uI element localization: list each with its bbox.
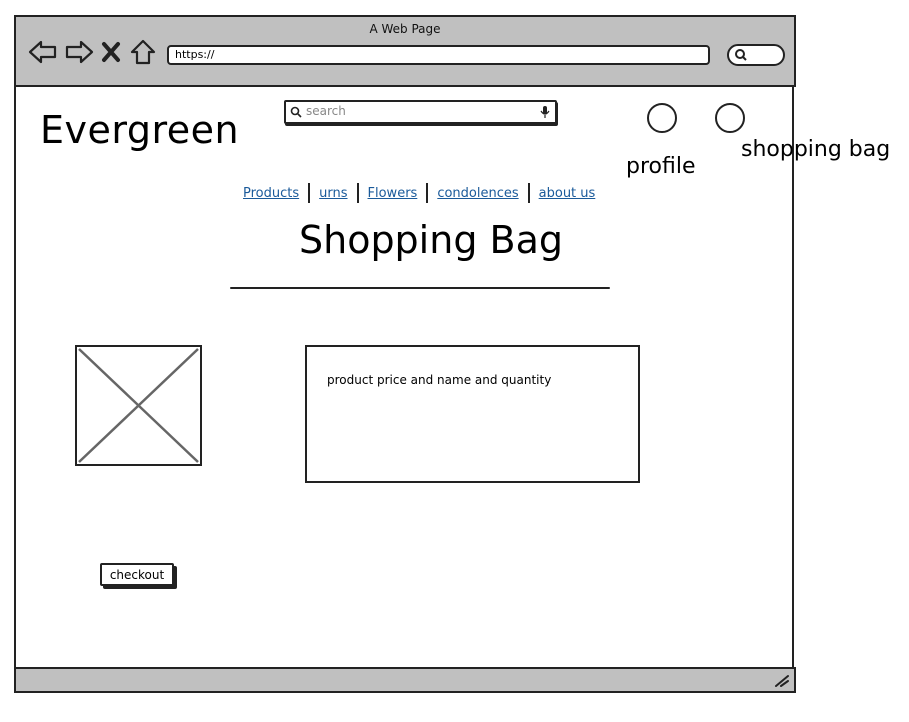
product-details-box: product price and name and quantity xyxy=(305,345,640,483)
microphone-icon[interactable] xyxy=(540,105,550,119)
search-placeholder: search xyxy=(306,104,346,118)
main-nav: Products urns Flowers condolences about … xyxy=(243,182,595,204)
address-bar[interactable]: https:// xyxy=(167,45,710,65)
nav-link-urns[interactable]: urns xyxy=(319,186,347,201)
nav-divider xyxy=(308,183,311,203)
browser-toolbar: A Web Page https:// xyxy=(14,15,796,87)
page-title: Shopping Bag xyxy=(298,218,563,262)
browser-search-button[interactable] xyxy=(727,44,785,66)
stop-icon[interactable] xyxy=(100,39,122,65)
nav-link-products[interactable]: Products xyxy=(243,186,299,201)
search-icon xyxy=(735,49,747,61)
back-icon[interactable] xyxy=(28,39,58,65)
product-image-placeholder xyxy=(75,345,202,466)
shopping-bag-icon[interactable] xyxy=(715,103,745,133)
nav-divider xyxy=(356,183,359,203)
search-input[interactable]: search xyxy=(284,100,557,124)
nav-divider xyxy=(426,183,429,203)
search-icon xyxy=(290,106,302,118)
shopping-bag-label: shopping bag xyxy=(741,137,891,162)
profile-label: profile xyxy=(626,154,696,179)
site-logo[interactable]: Evergreen xyxy=(40,108,239,152)
profile-icon[interactable] xyxy=(647,103,677,133)
status-bar xyxy=(14,667,796,693)
resize-grip-icon[interactable] xyxy=(774,673,790,687)
window-title: A Web Page xyxy=(369,22,441,36)
nav-link-about-us[interactable]: about us xyxy=(539,186,596,201)
nav-link-flowers[interactable]: Flowers xyxy=(368,186,418,201)
nav-divider xyxy=(527,183,530,203)
home-icon[interactable] xyxy=(128,39,158,65)
forward-icon[interactable] xyxy=(64,39,94,65)
nav-link-condolences[interactable]: condolences xyxy=(437,186,518,201)
checkout-button[interactable]: checkout xyxy=(100,563,174,586)
product-details-text: product price and name and quantity xyxy=(327,373,552,387)
title-divider xyxy=(230,287,610,289)
